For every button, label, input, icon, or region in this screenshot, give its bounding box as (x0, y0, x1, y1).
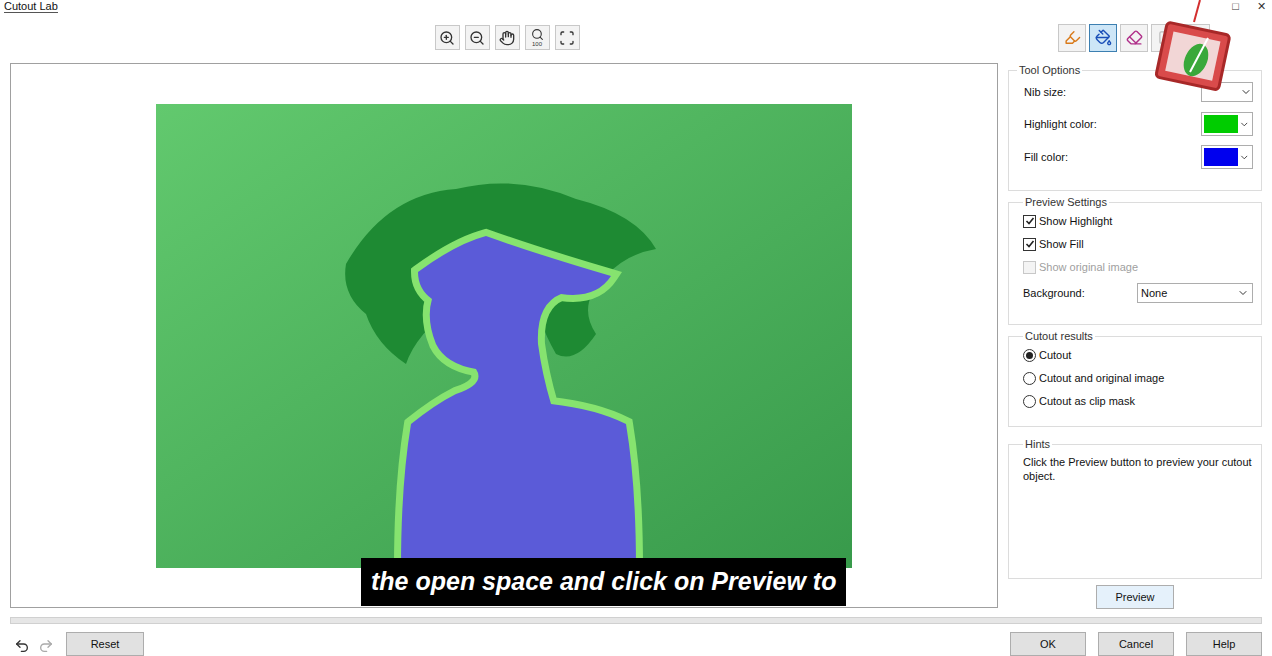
highlighter-icon (1064, 29, 1081, 46)
zoom-label: 100 (532, 41, 542, 47)
dropdown-icon (1237, 287, 1249, 299)
view-tool-button[interactable] (435, 25, 460, 50)
group-title: Hints (1023, 437, 1052, 451)
radio-row[interactable]: Cutout (1023, 347, 1253, 363)
canvas (10, 63, 998, 608)
checkbox[interactable] (1023, 261, 1036, 274)
check-icon (1025, 239, 1035, 249)
color-picker[interactable] (1201, 145, 1253, 169)
group-title: Cutout results (1023, 329, 1095, 343)
undo-icon[interactable] (14, 638, 30, 654)
caption-text: the open space and click on Preview to (371, 563, 836, 601)
checkbox-row[interactable]: Show Highlight (1023, 213, 1253, 229)
radio-label: Cutout and original image (1039, 370, 1164, 387)
dialog-button[interactable]: Help (1186, 632, 1262, 656)
dropdown-icon (1239, 152, 1250, 163)
title-bar: Cutout Lab□✕ (0, 0, 1272, 12)
footer-left: Reset (10, 632, 144, 656)
radio-label: Cutout as clip mask (1039, 393, 1135, 410)
view-tool-button[interactable]: 100 (525, 25, 550, 50)
nib-size-label: Nib size: (1024, 84, 1066, 101)
checkbox-label: Show original image (1039, 259, 1138, 276)
footer-buttons: OK Cancel Help (1010, 632, 1262, 656)
radio-dot (1026, 352, 1033, 359)
color-swatch (1204, 148, 1238, 166)
checkbox-label: Show Fill (1039, 236, 1084, 253)
zoom-actual-icon (531, 28, 544, 41)
checkbox-label: Show Highlight (1039, 213, 1112, 230)
preview-row: Preview (1008, 585, 1262, 609)
radio[interactable] (1023, 395, 1036, 408)
background-select[interactable]: None (1137, 283, 1253, 303)
view-toolbar: 100 (0, 12, 1004, 63)
tool-button[interactable] (1058, 24, 1086, 52)
tool-button[interactable] (1120, 24, 1148, 52)
dialog-button[interactable]: OK (1010, 632, 1086, 656)
tool-button[interactable] (1089, 24, 1117, 52)
window-control[interactable]: □ (1232, 0, 1239, 12)
background-label: Background: (1023, 285, 1085, 302)
main-area: 100 Tool Options Nib size: Highlight color:… (0, 12, 1272, 609)
eraser-icon (1126, 29, 1143, 46)
preview-settings-group: Preview Settings Show Highlight Show Fill S… (1008, 195, 1262, 325)
zoom-in-icon (439, 30, 455, 46)
radio-row[interactable]: Cutout as clip mask (1023, 393, 1253, 409)
checkbox-row[interactable]: Show original image (1023, 259, 1253, 275)
side-panel: Tool Options Nib size: Highlight color: Fil… (1004, 12, 1272, 609)
reset-button[interactable]: Reset (66, 632, 144, 656)
redo-icon (38, 638, 54, 654)
color-row: Fill color: (1017, 145, 1253, 169)
preview-button[interactable]: Preview (1096, 585, 1174, 609)
window-control[interactable]: ✕ (1257, 0, 1266, 12)
image-preview (156, 104, 852, 568)
tool-options-group: Tool Options Nib size: Highlight color: Fil… (1008, 63, 1262, 191)
video-caption: the open space and click on Preview to (361, 558, 846, 606)
radio-label: Cutout (1039, 347, 1071, 364)
cutout-results-group: Cutout results Cutout Cutout and original … (1008, 329, 1262, 427)
checkbox[interactable] (1023, 238, 1036, 251)
progress-bar (10, 617, 1262, 624)
background-value: None (1141, 285, 1167, 302)
window-title: Cutout Lab (4, 0, 58, 13)
hint-text: Click the Preview button to preview your… (1023, 455, 1253, 483)
view-tool-button[interactable] (555, 25, 580, 50)
channel-logo-icon (1150, 0, 1234, 100)
group-title: Tool Options (1017, 63, 1082, 77)
color-label: Highlight color: (1024, 116, 1097, 133)
hand-icon (499, 30, 515, 46)
checkbox[interactable] (1023, 215, 1036, 228)
dialog-button[interactable]: Cancel (1098, 632, 1174, 656)
view-tool-button[interactable] (465, 25, 490, 50)
window-controls: □✕ (1232, 0, 1266, 12)
group-title: Preview Settings (1023, 195, 1109, 209)
canvas-column: 100 (0, 12, 1004, 609)
fit-icon (559, 30, 575, 46)
footer: Reset OK Cancel Help (0, 632, 1272, 656)
color-label: Fill color: (1024, 149, 1068, 166)
dropdown-icon (1240, 86, 1252, 98)
background-row: Background: None (1023, 282, 1253, 304)
radio[interactable] (1023, 372, 1036, 385)
hints-group: Hints Click the Preview button to preview… (1008, 437, 1262, 579)
dropdown-icon (1239, 119, 1250, 130)
color-picker[interactable] (1201, 112, 1253, 136)
color-row: Highlight color: (1017, 112, 1253, 136)
view-tool-button[interactable] (495, 25, 520, 50)
cutout-lab-window: Cutout Lab□✕100Tool OptionsNib size:High… (0, 0, 1272, 656)
radio[interactable] (1023, 349, 1036, 362)
check-icon (1025, 216, 1035, 226)
zoom-out-icon (469, 30, 485, 46)
checkbox-row[interactable]: Show Fill (1023, 236, 1253, 252)
paint-bucket-icon (1095, 29, 1112, 46)
radio-row[interactable]: Cutout and original image (1023, 370, 1253, 386)
color-swatch (1204, 115, 1238, 133)
